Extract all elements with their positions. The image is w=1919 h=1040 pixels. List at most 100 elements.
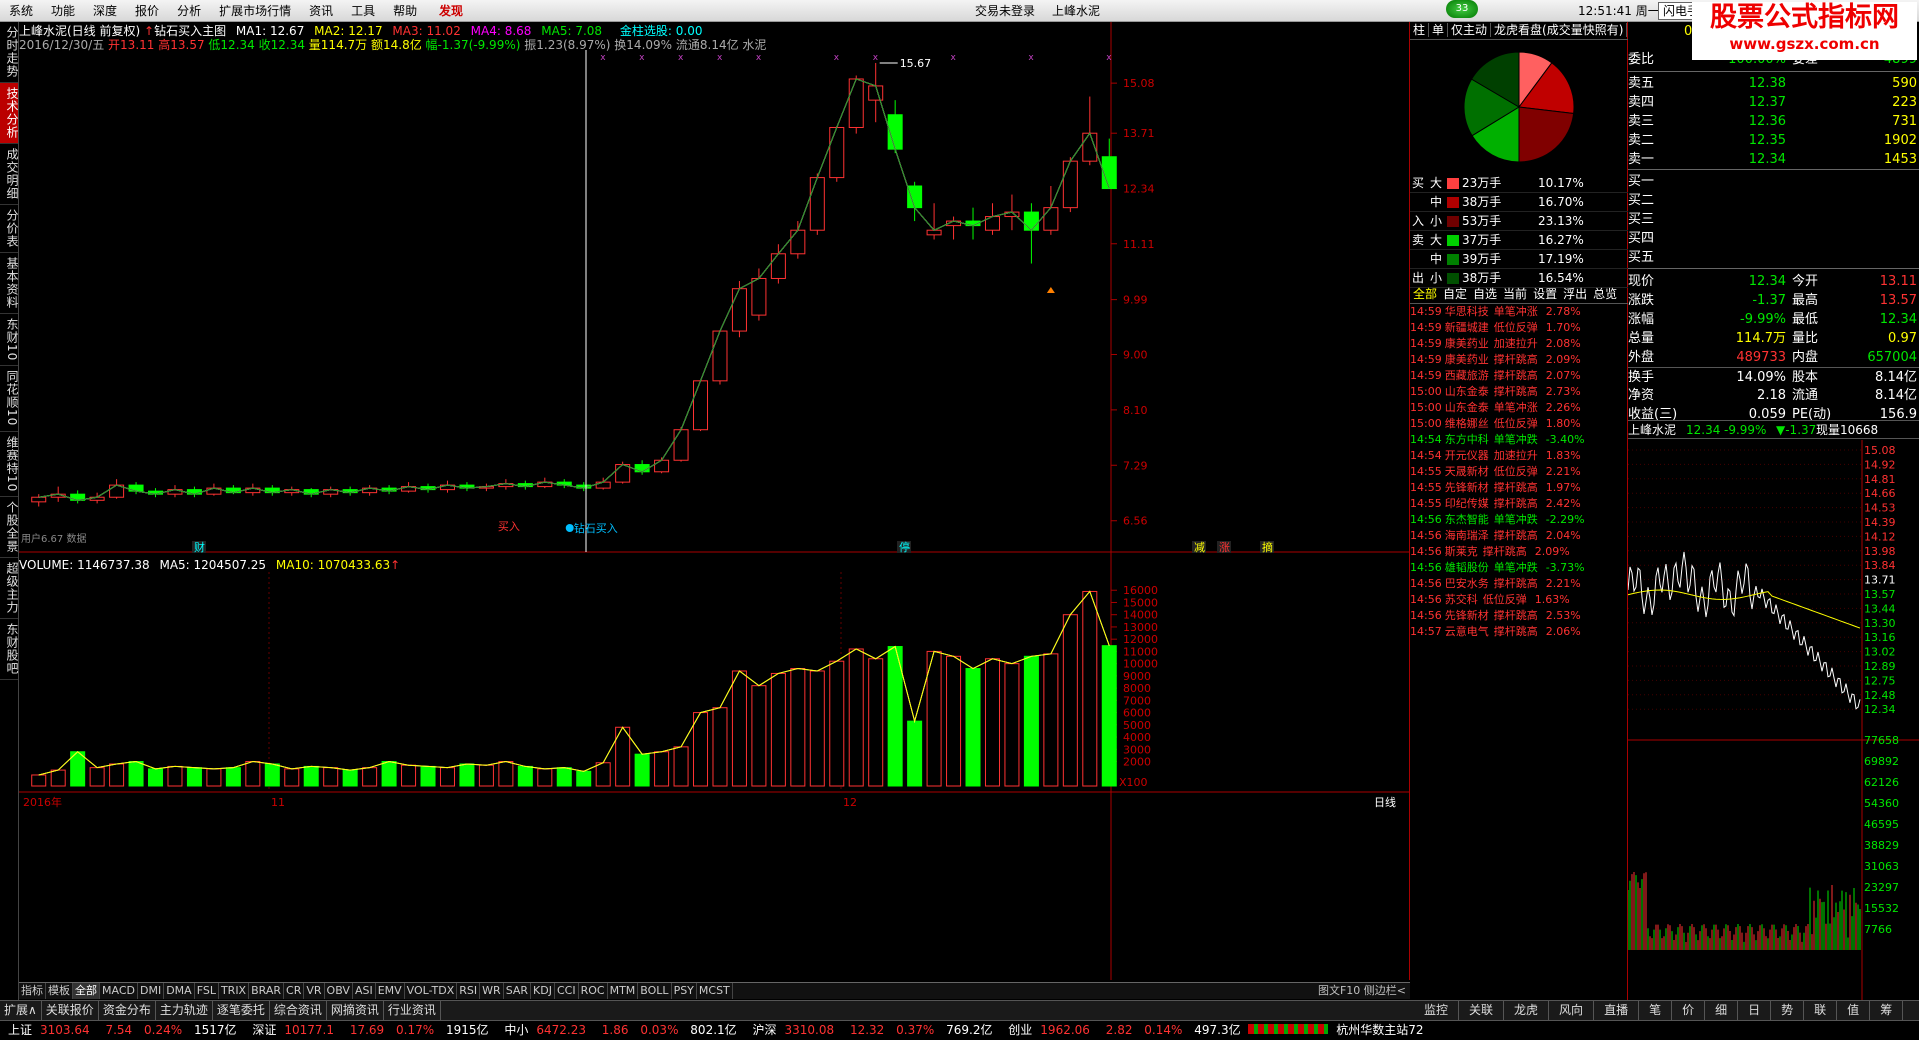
radar-event[interactable]: 14:59 康美药业 撑杆跳高 2.09% <box>1410 352 1628 368</box>
kline-svg[interactable]: 15.08 13.71 12.34 11.11 9.99 9.00 8.10 7.29 6.56… <box>19 22 1410 980</box>
menu-item-7[interactable]: 工具 <box>342 0 384 22</box>
menu-item-6[interactable]: 资讯 <box>300 0 342 22</box>
f10-link[interactable]: 图文F10 <box>1318 984 1360 997</box>
flow-tab-0[interactable]: 柱 <box>1410 23 1430 37</box>
menu-item-5[interactable]: 扩展市场行情 <box>210 0 300 22</box>
func-tab-0[interactable]: 扩展∧ <box>0 1001 42 1020</box>
intraday-mini-chart[interactable]: 15.0814.92 14.8114.66 14.5314.3914.12 13.98… <box>1628 440 1919 1000</box>
func-tab-3[interactable]: 主力轨迹 <box>156 1001 213 1020</box>
right-func-tab-3[interactable]: 风向 <box>1549 1001 1595 1020</box>
right-func-tab-9[interactable]: 势 <box>1771 1001 1805 1020</box>
radar-subtab-2[interactable]: 自选 <box>1470 287 1500 301</box>
indicator-name[interactable]: 钻石买入主图 <box>154 24 226 38</box>
flow-tab-2[interactable]: 仅主动 <box>1448 23 1492 37</box>
menu-faxian[interactable]: 发现 <box>430 0 472 22</box>
sidebar-toggle[interactable]: 侧边栏< <box>1364 984 1406 997</box>
indicator-tab-15[interactable]: RSI <box>457 983 481 999</box>
side-tab-9[interactable]: 超级主力 <box>0 558 19 619</box>
indicator-tab-14[interactable]: VOL-TDX <box>405 983 458 999</box>
radar-subtab-4[interactable]: 设置 <box>1530 287 1560 301</box>
indicator-tab-18[interactable]: KDJ <box>531 983 555 999</box>
radar-event[interactable]: 14:59 西藏旅游 撑杆跳高 2.07% <box>1410 368 1628 384</box>
indicator-tab-5[interactable]: DMA <box>164 983 195 999</box>
hs-index[interactable]: 沪深 3310.08 <box>744 1023 842 1037</box>
notification-badge[interactable]: 33 <box>1446 0 1478 18</box>
kline-chart-area[interactable]: 15.08 13.71 12.34 11.11 9.99 9.00 8.10 7.29 6.56… <box>19 22 1410 980</box>
buy-level-2[interactable]: 买二 <box>1628 191 1919 210</box>
side-tab-7[interactable]: 维赛特10 <box>0 432 19 497</box>
menu-item-2[interactable]: 深度 <box>84 0 126 22</box>
indicator-tab-17[interactable]: SAR <box>504 983 532 999</box>
func-tab-1[interactable]: 关联报价 <box>42 1001 99 1020</box>
radar-event[interactable]: 14:56 斯莱克 撑杆跳高 2.09% <box>1410 544 1628 560</box>
indicator-tab-8[interactable]: BRAR <box>249 983 285 999</box>
sell-level-4[interactable]: 卖四 12.37 223 <box>1628 93 1919 112</box>
login-status[interactable]: 交易未登录 <box>975 0 1035 22</box>
menu-item-1[interactable]: 功能 <box>42 0 84 22</box>
right-func-tab-5[interactable]: 笔 <box>1639 1001 1673 1020</box>
zx-index[interactable]: 中小 6472.23 <box>496 1023 594 1037</box>
radar-event[interactable]: 14:56 先锋新材 撑杆跳高 2.53% <box>1410 608 1628 624</box>
radar-event[interactable]: 15:00 维格娜丝 低位反弹 1.80% <box>1410 416 1628 432</box>
sz-index[interactable]: 深证 10177.1 <box>244 1023 342 1037</box>
radar-event[interactable]: 14:55 印纪传媒 撑杆跳高 2.42% <box>1410 496 1628 512</box>
right-func-tab-12[interactable]: 筹 <box>1870 1001 1904 1020</box>
func-tab-7[interactable]: 行业资讯 <box>384 1001 441 1020</box>
radar-event[interactable]: 14:59 康美药业 加速拉升 2.08% <box>1410 336 1628 352</box>
radar-event[interactable]: 14:55 先锋新材 撑杆跳高 1.97% <box>1410 480 1628 496</box>
radar-event[interactable]: 14:56 海南瑞泽 撑杆跳高 2.04% <box>1410 528 1628 544</box>
radar-event[interactable]: 14:54 开元仪器 加速拉升 1.83% <box>1410 448 1628 464</box>
radar-subtab-3[interactable]: 当前 <box>1500 287 1530 301</box>
sell-level-2[interactable]: 卖二 12.35 1902 <box>1628 131 1919 150</box>
flow-tab-1[interactable]: 单 <box>1429 23 1449 37</box>
radar-event[interactable]: 14:56 苏交科 低位反弹 1.63% <box>1410 592 1628 608</box>
indicator-tab-1[interactable]: 模板 <box>46 983 73 999</box>
menu-item-4[interactable]: 分析 <box>168 0 210 22</box>
side-tab-8[interactable]: 个股全景 <box>0 497 19 558</box>
radar-subtab-1[interactable]: 自定 <box>1440 287 1470 301</box>
indicator-tab-12[interactable]: ASI <box>353 983 376 999</box>
side-tab-1[interactable]: 技术分析 <box>0 83 19 144</box>
func-tab-5[interactable]: 综合资讯 <box>270 1001 327 1020</box>
radar-event[interactable]: 15:00 山东金泰 单笔冲涨 2.26% <box>1410 400 1628 416</box>
radar-event[interactable]: 14:56 雄韬股份 单笔冲跌 -3.73% <box>1410 560 1628 576</box>
indicator-tab-24[interactable]: MCST <box>697 983 733 999</box>
side-tab-6[interactable]: 同花顺10 <box>0 366 19 432</box>
right-func-tab-1[interactable]: 关联 <box>1459 1001 1505 1020</box>
right-func-tab-10[interactable]: 联 <box>1804 1001 1838 1020</box>
radar-event[interactable]: 14:56 巴安水务 撑杆跳高 2.21% <box>1410 576 1628 592</box>
sell-level-5[interactable]: 卖五 12.38 590 <box>1628 74 1919 93</box>
cy-index[interactable]: 创业 1962.06 <box>1000 1023 1098 1037</box>
radar-event[interactable]: 14:57 云意电气 撑杆跳高 2.06% <box>1410 624 1628 640</box>
buy-level-3[interactable]: 买三 <box>1628 210 1919 229</box>
indicator-tab-20[interactable]: ROC <box>579 983 608 999</box>
sh-index[interactable]: 上证 3103.64 <box>0 1023 98 1037</box>
indicator-tab-16[interactable]: WR <box>480 983 504 999</box>
indicator-tab-21[interactable]: MTM <box>608 983 639 999</box>
right-func-tab-4[interactable]: 直播 <box>1594 1001 1640 1020</box>
indicator-tab-13[interactable]: EMV <box>376 983 405 999</box>
indicator-tab-11[interactable]: OBV <box>325 983 353 999</box>
right-func-tab-11[interactable]: 值 <box>1837 1001 1871 1020</box>
indicator-tab-2[interactable]: 全部 <box>73 983 100 999</box>
right-func-tab-2[interactable]: 龙虎 <box>1504 1001 1550 1020</box>
side-tab-5[interactable]: 东财10 <box>0 314 19 367</box>
func-tab-6[interactable]: 网摘资讯 <box>327 1001 384 1020</box>
right-func-tab-7[interactable]: 细 <box>1705 1001 1739 1020</box>
indicator-tab-0[interactable]: 指标 <box>19 983 46 999</box>
radar-subtab-0[interactable]: 全部 <box>1410 287 1440 301</box>
indicator-tab-6[interactable]: FSL <box>195 983 219 999</box>
radar-event[interactable]: 15:00 山东金泰 撑杆跳高 2.73% <box>1410 384 1628 400</box>
side-tab-3[interactable]: 分价表 <box>0 205 19 253</box>
func-tab-4[interactable]: 逐笔委托 <box>213 1001 270 1020</box>
menu-item-8[interactable]: 帮助 <box>384 0 426 22</box>
right-func-tab-6[interactable]: 价 <box>1672 1001 1706 1020</box>
indicator-tab-3[interactable]: MACD <box>100 983 138 999</box>
radar-event[interactable]: 14:55 天晟新材 低位反弹 2.21% <box>1410 464 1628 480</box>
radar-event[interactable]: 14:59 新疆城建 低位反弹 1.70% <box>1410 320 1628 336</box>
indicator-tab-10[interactable]: VR <box>304 983 325 999</box>
buy-level-5[interactable]: 买五 <box>1628 248 1919 267</box>
sell-level-3[interactable]: 卖三 12.36 731 <box>1628 112 1919 131</box>
right-func-tab-0[interactable]: 监控 <box>1414 1001 1460 1020</box>
radar-subtab-5[interactable]: 浮出 <box>1560 287 1590 301</box>
